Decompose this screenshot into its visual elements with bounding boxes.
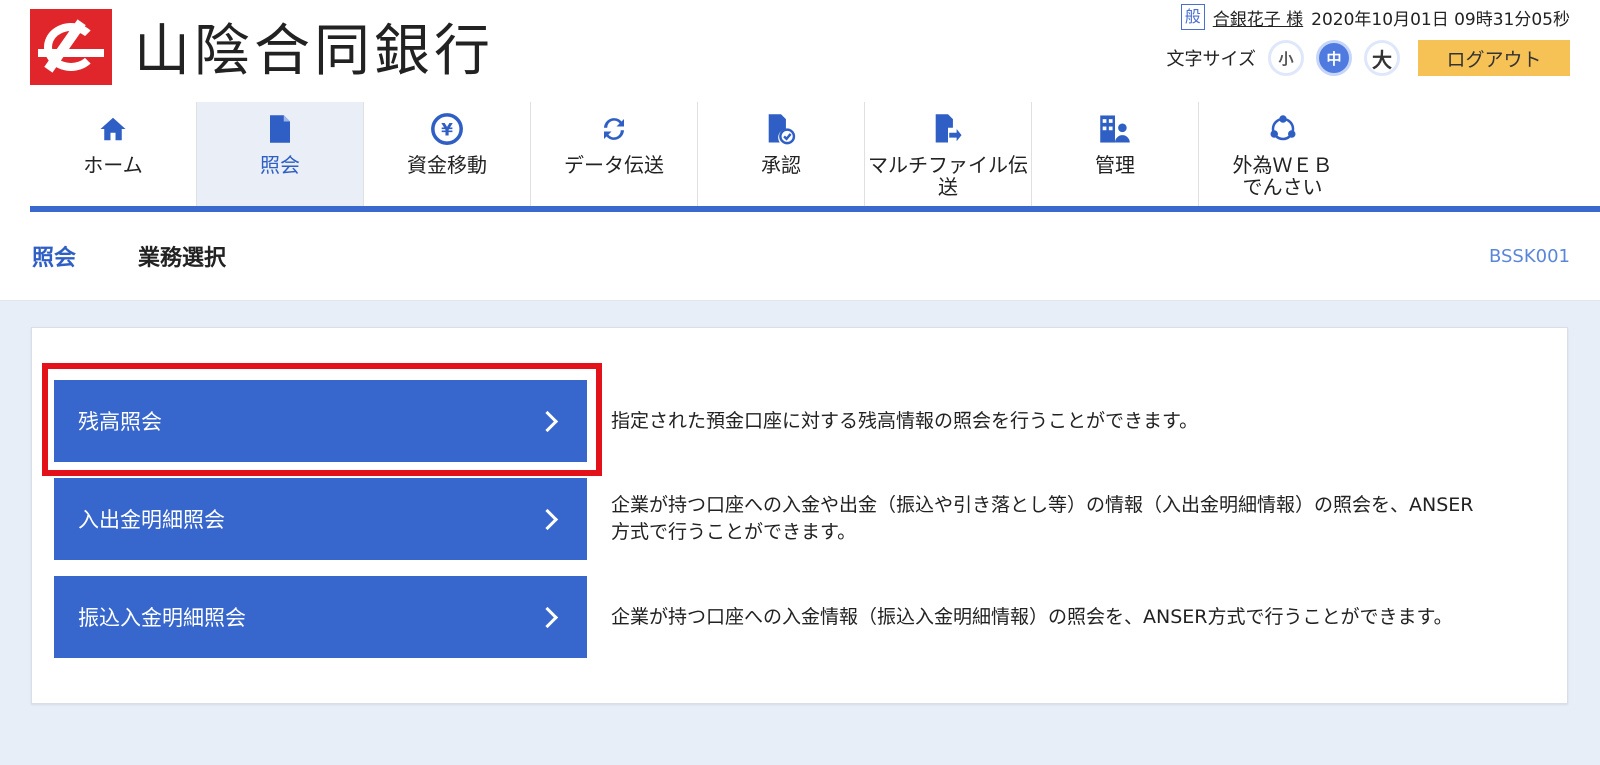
chevron-right-icon (536, 606, 559, 628)
file-send-icon (933, 112, 963, 146)
yen-transfer-icon: ¥ (430, 112, 464, 146)
page-title: 業務選択 (138, 246, 227, 271)
menu-button-label: 振込入金明細照会 (78, 606, 246, 630)
nav-item-label: データ伝送 (564, 153, 664, 177)
nav-item-label: 外為ＷＥＢでんさい (1232, 153, 1333, 199)
login-datetime: 2020年10月01日 09時31分05秒 (1311, 9, 1570, 30)
font-size-controls: 文字サイズ 小 中 大 ログアウト (1167, 40, 1570, 76)
nav-item-label: 資金移動 (407, 153, 487, 177)
nav-item-home[interactable]: ホーム (30, 102, 197, 206)
nav-item-label: 管理 (1095, 153, 1135, 177)
font-size-medium-button[interactable]: 中 (1316, 40, 1352, 76)
nav-item-forex-densai[interactable]: 外為ＷＥＢでんさい (1199, 102, 1366, 206)
bank-name: 山陰合同銀行 (134, 19, 494, 84)
font-size-large-button[interactable]: 大 (1364, 40, 1400, 76)
approve-document-icon (766, 112, 796, 146)
home-icon (98, 112, 128, 146)
svg-text:¥: ¥ (441, 120, 453, 140)
nav-item-approval[interactable]: 承認 (698, 102, 865, 206)
menu-button-label: 残高照会 (78, 410, 162, 434)
nav-item-label: 承認 (761, 153, 801, 177)
bank-logo[interactable]: 山陰合同銀行 (30, 6, 494, 87)
network-icon (1267, 112, 1299, 146)
nav-item-multi-file[interactable]: マルチファイル伝送 (865, 102, 1032, 206)
page-category: 照会 (32, 246, 77, 271)
chevron-right-icon (536, 410, 559, 432)
transfer-deposit-inquiry-button[interactable]: 振込入金明細照会 (54, 576, 587, 658)
document-icon (267, 112, 293, 146)
nav-item-fund-transfer[interactable]: ¥ 資金移動 (364, 102, 531, 206)
content-area: 残高照会 指定された預金口座に対する残高情報の照会を行うことができます。 入出金… (0, 301, 1600, 765)
menu-row: 残高照会 指定された預金口座に対する残高情報の照会を行うことができます。 (54, 380, 1491, 462)
bank-logo-icon (30, 8, 112, 85)
font-size-label: 文字サイズ (1166, 49, 1256, 70)
menu-description: 指定された預金口座に対する残高情報の照会を行うことができます。 (611, 409, 1199, 432)
nav-item-label: ホーム (83, 153, 143, 177)
header: 山陰合同銀行 般 合銀花子 様 2020年10月01日 09時31分05秒 文字… (0, 0, 1600, 102)
menu-row: 振込入金明細照会 企業が持つ口座への入金情報（振込入金明細情報）の照会を、ANS… (54, 576, 1491, 658)
menu-card: 残高照会 指定された預金口座に対する残高情報の照会を行うことができます。 入出金… (31, 327, 1568, 704)
nav-item-label: 照会 (260, 153, 300, 177)
deposit-withdrawal-inquiry-button[interactable]: 入出金明細照会 (54, 478, 587, 560)
nav-item-admin[interactable]: 管理 (1032, 102, 1199, 206)
user-name-link[interactable]: 合銀花子 様 (1213, 5, 1303, 30)
menu-description: 企業が持つ口座への入金情報（振込入金明細情報）の照会を、ANSER方式で行うこと… (611, 605, 1453, 628)
nav-item-inquiry[interactable]: 照会 (197, 102, 364, 206)
chevron-right-icon (536, 508, 559, 530)
nav-item-label: マルチファイル伝送 (868, 153, 1028, 199)
balance-inquiry-button[interactable]: 残高照会 (54, 380, 587, 462)
font-size-small-button[interactable]: 小 (1268, 40, 1304, 76)
menu-row: 入出金明細照会 企業が持つ口座への入金や出金（振込や引き落とし等）の情報（入出金… (54, 478, 1491, 560)
page-title-bar: 照会 業務選択 BSSK001 (0, 212, 1600, 301)
user-info: 般 合銀花子 様 2020年10月01日 09時31分05秒 (1180, 4, 1570, 30)
user-type-badge: 般 (1180, 4, 1205, 30)
refresh-icon (599, 112, 629, 146)
global-nav: ホーム 照会 ¥ 資金移動 データ伝送 承認 マルチファイル伝送 管理 外為ＷＥ… (30, 102, 1600, 212)
nav-item-data-transfer[interactable]: データ伝送 (531, 102, 698, 206)
menu-description: 企業が持つ口座への入金や出金（振込や引き落とし等）の情報（入出金明細情報）の照会… (611, 494, 1474, 543)
menu-button-label: 入出金明細照会 (78, 508, 225, 532)
logout-button[interactable]: ログアウト (1418, 40, 1570, 76)
admin-icon (1099, 112, 1131, 146)
screen-id: BSSK001 (1488, 245, 1570, 267)
